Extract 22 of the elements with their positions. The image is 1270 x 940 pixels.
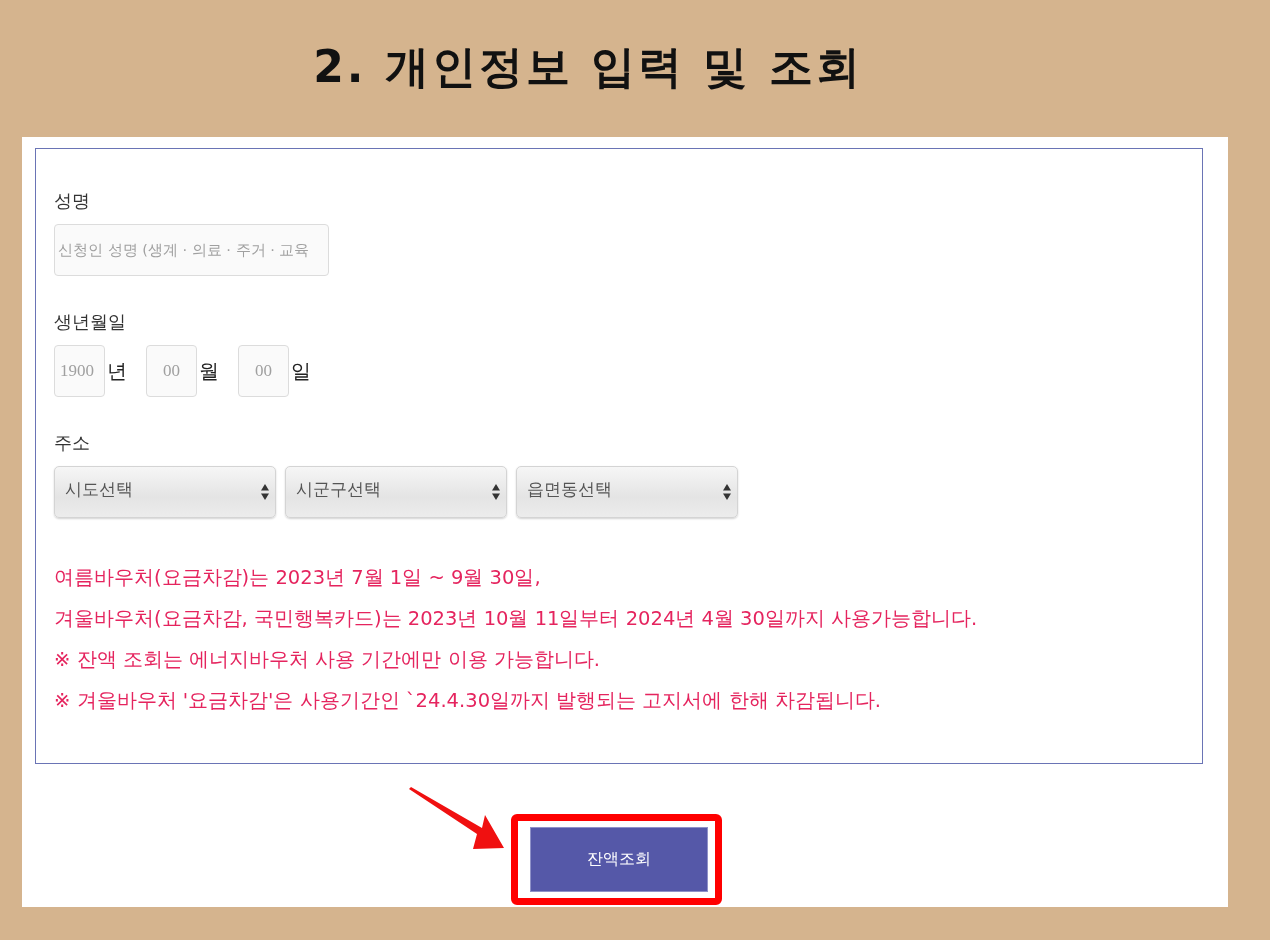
balance-inquiry-button[interactable]: 잔액조회	[530, 827, 708, 892]
date-unit-label: 월	[199, 357, 219, 385]
page-title: 2. 개인정보 입력 및 조회	[313, 40, 863, 94]
date-input-field[interactable]: 1900	[54, 345, 105, 397]
field-label: 생년월일	[54, 311, 126, 333]
notice-text: 여름바우처(요금차감)는 2023년 7월 1일 ~ 9월 30일,	[54, 565, 541, 591]
notice-text: ※ 잔액 조회는 에너지바우처 사용 기간에만 이용 가능합니다.	[54, 647, 600, 673]
field-label: 주소	[54, 432, 90, 454]
select-dropdown[interactable]: 시도선택	[54, 466, 276, 518]
up-down-arrows-icon	[261, 484, 269, 500]
field-label: 성명	[54, 190, 90, 212]
up-down-arrows-icon	[492, 484, 500, 500]
date-input-field[interactable]: 00	[146, 345, 197, 397]
name-input-field[interactable]: 신청인 성명 (생계 · 의료 · 주거 · 교육	[54, 224, 329, 276]
date-unit-label: 년	[107, 357, 127, 385]
select-dropdown[interactable]: 읍면동선택	[516, 466, 738, 518]
date-input-field[interactable]: 00	[238, 345, 289, 397]
up-down-arrows-icon	[723, 484, 731, 500]
notice-text: 겨울바우처(요금차감, 국민행복카드)는 2023년 10월 11일부터 2024년 4월 30일까지 사용가능합니다.	[54, 606, 978, 632]
select-dropdown[interactable]: 시군구선택	[285, 466, 507, 518]
notice-text: ※ 겨울바우처 '요금차감'은 사용기간인 `24.4.30일까지 발행되는 고지서에 한해 차감됩니다.	[54, 688, 882, 714]
date-unit-label: 일	[291, 357, 311, 385]
